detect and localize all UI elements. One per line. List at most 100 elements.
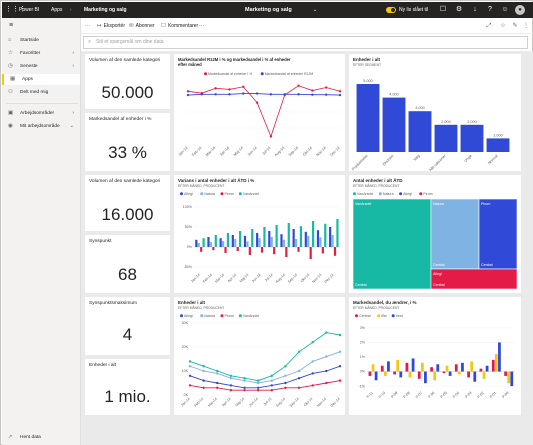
nav-item-favorites[interactable]: ☆ Favoritter › (2, 48, 80, 59)
treemap-cell (430, 198, 480, 270)
data-point (214, 87, 217, 90)
nav-item-label: Delt med mig (20, 90, 49, 95)
nav-item-shared[interactable]: ⚇ Delt med mig (2, 87, 80, 98)
subscribe-button[interactable]: ✉ Abonner (129, 18, 155, 34)
nav-item-my-workspace[interactable]: ◉ Mit arbejdsområde ⌄ (2, 121, 80, 132)
qna-search-input[interactable]: ⌕ Stil et spørgsmål om dine data (83, 36, 528, 49)
data-point (202, 379, 205, 382)
nav-item-recent[interactable]: ◷ Seneste › (2, 61, 80, 72)
data-point (255, 101, 259, 104)
bar (420, 362, 424, 372)
legend-swatch (355, 314, 358, 318)
market-share-line-chart: Markedsandel af enheder i % Markedsandel … (178, 72, 342, 157)
kpi-card[interactable]: Enheder i alt 1 mio. (85, 359, 170, 415)
brand-label[interactable]: Power BI (19, 2, 39, 18)
units-segment-tile[interactable]: Enheder i alt EFTER SEGMENT 5.000 Produkt… (349, 54, 521, 171)
kpi-card[interactable]: Markedsandel af enheder i % 33 % (85, 113, 170, 171)
file-menu-icon[interactable]: ⋯ (85, 18, 90, 34)
more-icon[interactable]: ⋮ (522, 18, 530, 34)
nav-item-workspaces[interactable]: ▣ Arbejdsområder › (2, 108, 80, 119)
bar (470, 361, 474, 372)
kpi-value: 4 (122, 325, 133, 344)
command-bar: ⋯ ↦ Eksportér ✉ Abonner ☐ Kommentarer ··· ⤢… (81, 18, 533, 34)
nav-item-home[interactable]: ⌂ Startside (2, 35, 80, 46)
workspaces-icon: ▣ (8, 110, 14, 116)
x-tick-label: Jan-14 (180, 397, 191, 408)
data-point (256, 386, 260, 389)
x-tick-label: Jul-14 (264, 273, 274, 283)
edit-icon[interactable]: ✎ (511, 18, 519, 34)
favorite-star-icon[interactable]: ☆ (499, 18, 507, 34)
new-look-toggle[interactable] (386, 7, 396, 13)
bar (424, 371, 427, 384)
x-tick-label: Jun-14 (251, 273, 262, 284)
export-label: Eksportér (103, 23, 126, 29)
avatar[interactable]: ● (515, 5, 525, 15)
kpi-card[interactable]: Synspunktsmaksimum 4 (85, 297, 170, 355)
bar (442, 371, 446, 373)
legend-swatch (378, 192, 382, 196)
units-segment-bar-chart: 5.000 Produktivitet 4.000 Ekstrem 3.000 Valg 2… (351, 79, 510, 171)
help-icon[interactable]: ? (485, 2, 495, 18)
bar (324, 223, 327, 247)
data-point (188, 384, 192, 387)
get-data-button[interactable]: ↗ Hent data (2, 432, 80, 443)
bar (294, 239, 298, 247)
hamburger-icon[interactable]: ≡ (9, 22, 13, 29)
app-launcher-icon[interactable]: ⋮⋮⋮ (5, 2, 26, 18)
data-point (229, 389, 233, 392)
export-button[interactable]: ↦ Eksportér (97, 18, 125, 34)
settings-icon[interactable]: ⚙ (454, 2, 464, 18)
legend-swatch (391, 314, 395, 318)
kpi-card[interactable]: Volumen af den samlede kategori 16.000 (85, 175, 170, 231)
get-data-label: Hent data (20, 435, 41, 440)
legend-swatch (399, 192, 403, 196)
variance-tile[interactable]: Varians i antal enheder i alt ÅTD i % EF… (174, 175, 345, 293)
comments-label: Kommentarer (167, 23, 199, 29)
data-point (311, 89, 314, 92)
data-point (216, 372, 219, 375)
x-tick-label: Sep-14 (289, 397, 300, 408)
download-icon[interactable]: ↓ (470, 2, 480, 18)
legend-label: Pirum (224, 192, 233, 196)
bar (273, 247, 276, 255)
bar (457, 371, 461, 375)
bar (336, 219, 339, 247)
data-point (228, 88, 231, 91)
kpi-card[interactable]: Volumen af den samlede kategori 50.000 (85, 54, 170, 109)
data-label: 2.000 (467, 120, 477, 124)
x-tick-label: P-02 (477, 391, 485, 399)
bar (260, 247, 264, 253)
legend-swatch (204, 72, 207, 76)
notifications-icon[interactable]: ☐ (438, 2, 448, 18)
kpi-value: 50.000 (101, 83, 154, 102)
chevron-down-icon[interactable]: ⌄ (313, 2, 317, 18)
bar (494, 354, 498, 372)
app-title[interactable]: Marketing og salg (245, 2, 292, 18)
comments-button[interactable]: ☐ Kommentarer (161, 18, 198, 34)
treemap-tile[interactable]: Antal enheder i alt ÅTD EFTER MÅNED, PRO… (349, 175, 521, 293)
breadcrumb-current[interactable]: Marketing og salg (84, 2, 127, 18)
nav-item-apps[interactable]: ▦ Apps (2, 74, 80, 85)
x-tick-label: Feb-14 (193, 397, 204, 408)
market-share-tile[interactable]: Markedsandel R12M i % og markedsandel i … (174, 54, 345, 171)
x-tick-label: Jul-14 (261, 146, 271, 156)
expand-icon[interactable]: ⤢ (485, 18, 493, 34)
more-options-button[interactable]: ··· (199, 18, 204, 34)
data-point (311, 360, 314, 363)
kpi-card[interactable]: Synspunkt 68 (85, 235, 170, 293)
data-point (284, 381, 287, 385)
x-tick-label: Okt-14 (303, 397, 313, 407)
bar (299, 226, 303, 247)
x-tick-label: Mar-14 (207, 397, 218, 408)
bar (268, 231, 271, 247)
feedback-icon[interactable]: ☺ (500, 2, 510, 18)
units-monthly-tile[interactable]: Enheder i alt EFTER MÅNED, PRODUCENT All… (174, 297, 345, 415)
data-point (256, 379, 260, 382)
share-change-tile[interactable]: Markedsandel, du ændrer, i % EFTER MÅNED… (349, 297, 521, 415)
bar (263, 227, 266, 247)
bar (486, 138, 510, 152)
data-point (242, 92, 245, 95)
breadcrumb-apps[interactable]: Apps (51, 2, 62, 18)
y-tick-label: -1% (359, 384, 366, 388)
